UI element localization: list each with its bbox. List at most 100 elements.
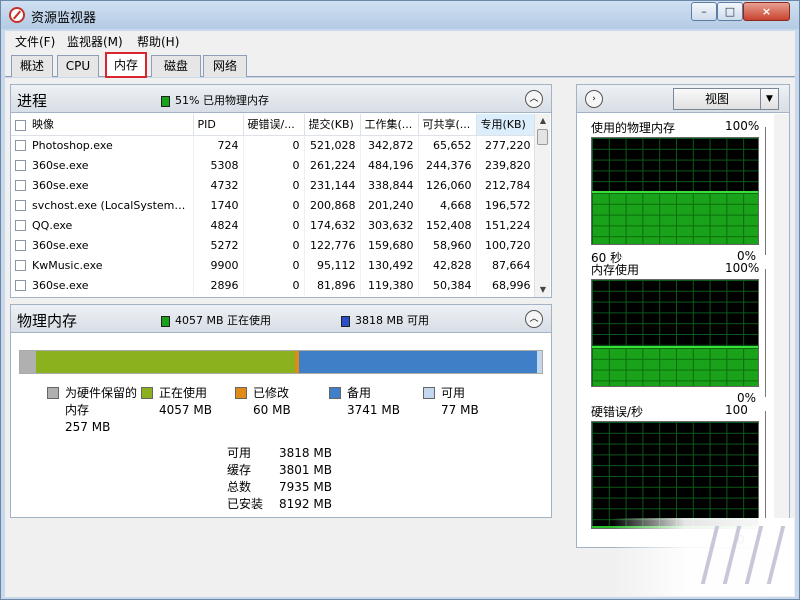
- blue-indicator-icon: [341, 315, 350, 327]
- table-cell: svchost.exe (LocalSystemN...: [11, 195, 194, 215]
- tab-overview[interactable]: 概述: [11, 55, 53, 77]
- close-button[interactable]: ×: [743, 2, 790, 21]
- cell-text: QQ.exe: [32, 218, 73, 232]
- row-checkbox[interactable]: [15, 220, 26, 231]
- tab-network[interactable]: 网络: [203, 55, 247, 77]
- tab-disk[interactable]: 磁盘: [151, 55, 201, 77]
- cell-text: 231,144: [310, 178, 356, 192]
- graph-panel-scrollbar[interactable]: [774, 114, 789, 547]
- tab-cpu[interactable]: CPU: [57, 55, 99, 77]
- table-cell: 303,632: [360, 215, 419, 235]
- maximize-button[interactable]: □: [717, 2, 743, 21]
- table-cell: 152,408: [418, 215, 477, 235]
- table-cell: 277,220: [476, 135, 536, 155]
- cell-text: 196,572: [485, 198, 531, 212]
- cell-text: 87,664: [492, 258, 531, 272]
- expand-icon[interactable]: ›: [585, 90, 603, 108]
- table-row[interactable]: KwMusic.exe 9900 0 95,112 130,492 42,828 87,66…: [11, 255, 536, 275]
- memory-usage-bar: [19, 350, 543, 374]
- cell-text: 261,224: [310, 158, 356, 172]
- table-row[interactable]: Photoshop.exe 724 0 521,028 342,872 65,652 277…: [11, 135, 536, 155]
- row-checkbox[interactable]: [15, 200, 26, 211]
- table-row[interactable]: 360se.exe 2896 0 81,896 119,380 50,384 68,996: [11, 275, 536, 295]
- row-checkbox[interactable]: [15, 260, 26, 271]
- process-table-scrollbar[interactable]: ▲ ▼: [534, 114, 550, 297]
- collapse-physical-memory-icon[interactable]: ︿: [525, 310, 543, 328]
- table-cell: 68,996: [476, 275, 536, 295]
- legend-value: 3741 MB: [347, 403, 400, 417]
- column-header-3[interactable]: 提交(KB): [304, 114, 361, 136]
- cell-text: 0: [292, 218, 300, 232]
- column-header-2[interactable]: 硬错误/...: [243, 114, 305, 136]
- menu-help[interactable]: 帮助(H): [137, 33, 179, 50]
- view-dropdown-icon[interactable]: ▼: [761, 88, 779, 110]
- cell-text: 50,384: [433, 278, 472, 292]
- cell-text: 58,960: [433, 238, 472, 252]
- cell-text: 68,996: [492, 278, 531, 292]
- table-row[interactable]: 360se.exe 5272 0 122,776 159,680 58,960 100,72…: [11, 235, 536, 255]
- legend-swatch: [141, 387, 153, 399]
- physical-memory-panel: 物理内存 4057 MB 正在使用 3818 MB 可用 ︿ 为硬件保留的 内存 2…: [10, 304, 552, 518]
- row-checkbox[interactable]: [15, 160, 26, 171]
- summary-label: 可用: [227, 446, 252, 460]
- table-cell: 0: [243, 235, 305, 255]
- legend-swatch: [47, 387, 59, 399]
- cell-text: svchost.exe (LocalSystemN...: [32, 198, 193, 212]
- cell-text: 2896: [210, 278, 239, 292]
- table-cell: 200,868: [304, 195, 361, 215]
- available-text: 3818 MB 可用: [355, 314, 430, 327]
- row-checkbox[interactable]: [15, 240, 26, 251]
- menu-monitor[interactable]: 监视器(M): [67, 33, 123, 50]
- column-header-0[interactable]: 映像: [11, 114, 194, 136]
- scroll-down-icon[interactable]: ▼: [535, 283, 551, 297]
- legend-swatch: [329, 387, 341, 399]
- legend-value: 4057 MB: [159, 403, 212, 417]
- column-header-label: 硬错误/...: [247, 118, 295, 132]
- minimize-button[interactable]: –: [691, 2, 717, 21]
- scroll-thumb[interactable]: [537, 129, 548, 145]
- select-all-checkbox[interactable]: [15, 119, 26, 131]
- table-row[interactable]: 360se.exe 4732 0 231,144 338,844 126,060 212,7…: [11, 175, 536, 195]
- process-table-header: 映像 PID 硬错误/... 提交(KB) 工作集(... 可共享(... 专用(KB): [11, 114, 536, 136]
- tab-memory[interactable]: 内存: [105, 52, 147, 78]
- processes-panel: 进程 51% 已用物理内存 ︿ 映像 PID 硬错误/... 提交(KB) 工作集(..…: [10, 84, 552, 298]
- table-row[interactable]: svchost.exe (LocalSystemN... 1740 0 200,868…: [11, 195, 536, 215]
- cell-text: 5308: [210, 158, 239, 172]
- cell-text: KwMusic.exe: [32, 258, 103, 272]
- menu-bar: 文件(F) 监视器(M) 帮助(H): [5, 31, 795, 51]
- column-header-6[interactable]: 专用(KB): [476, 114, 536, 136]
- table-cell: 9900: [193, 255, 244, 275]
- processes-title: 进程: [17, 92, 48, 110]
- row-checkbox[interactable]: [15, 180, 26, 191]
- graph-title: 硬错误/秒: [591, 405, 644, 419]
- cell-text: 151,224: [485, 218, 531, 232]
- scroll-up-icon[interactable]: ▲: [535, 114, 551, 128]
- legend-value: 60 MB: [253, 403, 291, 417]
- menu-file[interactable]: 文件(F): [15, 33, 55, 50]
- row-checkbox[interactable]: [15, 140, 26, 152]
- table-row[interactable]: 360se.exe 5308 0 261,224 484,196 244,376 239,8…: [11, 155, 536, 175]
- table-cell: 484,196: [360, 155, 419, 175]
- column-header-5[interactable]: 可共享(...: [418, 114, 477, 136]
- row-checkbox[interactable]: [15, 280, 26, 291]
- view-button[interactable]: 视图: [673, 88, 761, 110]
- resource-monitor-window: 资源监视器 – □ × 文件(F) 监视器(M) 帮助(H) 概述 CPU 内存…: [0, 0, 800, 600]
- table-cell: 239,820: [476, 155, 536, 175]
- cell-text: 81,896: [317, 278, 356, 292]
- collapse-processes-icon[interactable]: ︿: [525, 90, 543, 108]
- cell-text: 521,028: [310, 138, 356, 152]
- green-indicator-icon: [161, 95, 170, 107]
- cell-text: 244,376: [426, 158, 472, 172]
- column-header-1[interactable]: PID: [193, 114, 244, 136]
- cell-text: 5272: [210, 238, 239, 252]
- title-bar[interactable]: 资源监视器 – □ ×: [1, 1, 799, 29]
- cell-text: 338,844: [368, 178, 414, 192]
- physical-memory-header[interactable]: 物理内存 4057 MB 正在使用 3818 MB 可用 ︿: [11, 305, 551, 333]
- graph-scale-tick: [760, 269, 766, 397]
- table-cell: 360se.exe: [11, 175, 194, 195]
- cell-text: 360se.exe: [32, 158, 89, 172]
- column-header-4[interactable]: 工作集(...: [360, 114, 419, 136]
- processes-header[interactable]: 进程 51% 已用物理内存 ︿: [11, 85, 551, 113]
- table-row[interactable]: QQ.exe 4824 0 174,632 303,632 152,408 151,224: [11, 215, 536, 235]
- in-use-text: 4057 MB 正在使用: [175, 314, 272, 327]
